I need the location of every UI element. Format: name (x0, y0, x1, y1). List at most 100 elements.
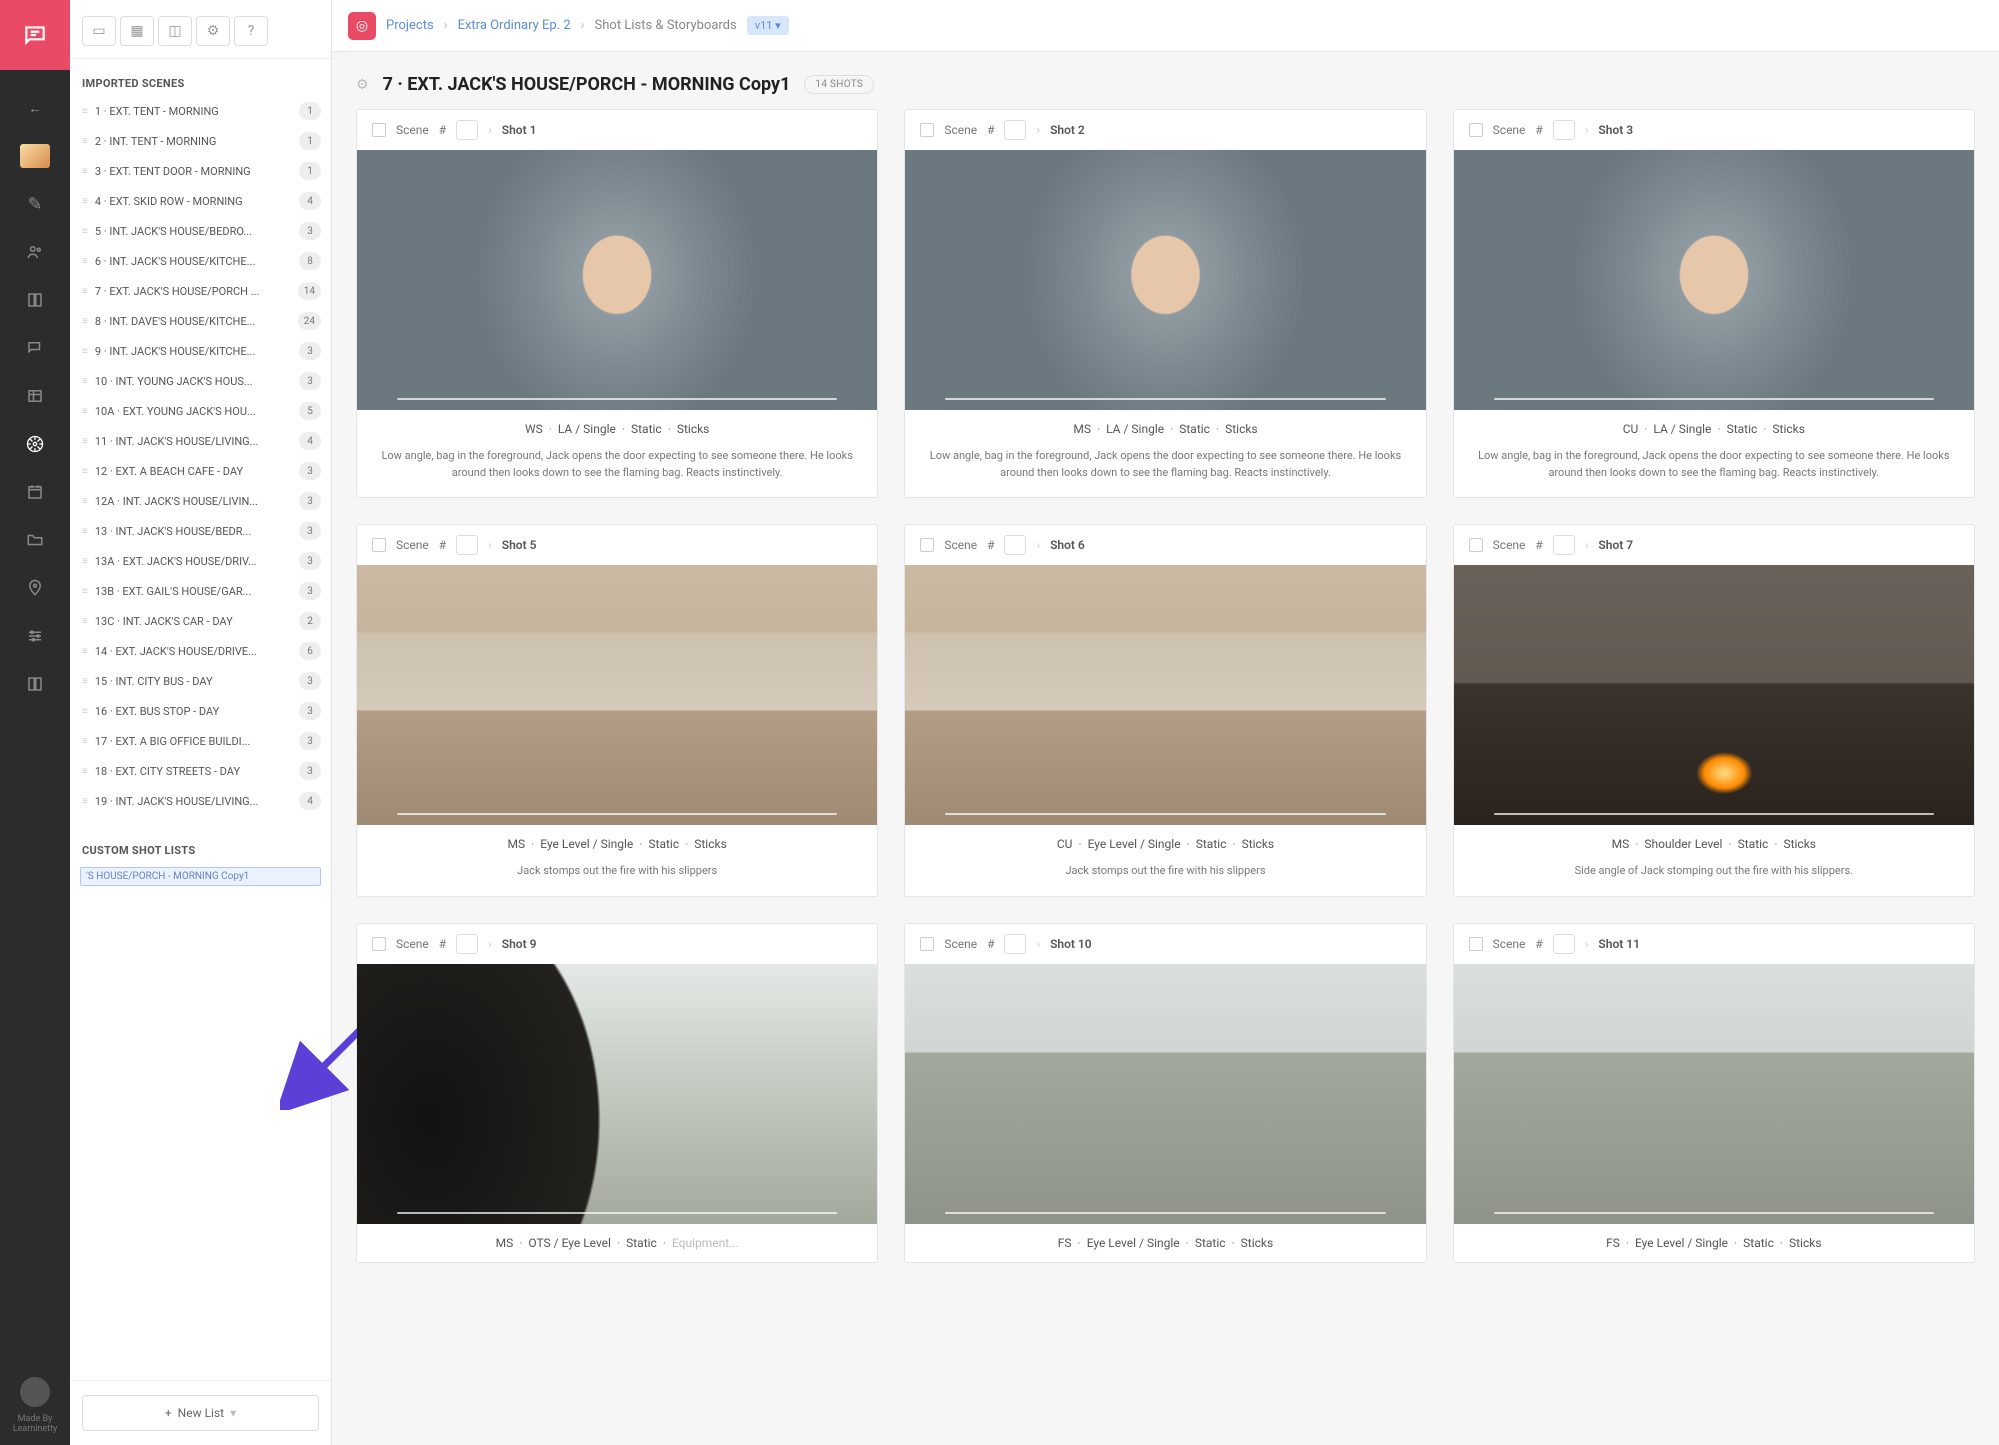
select-checkbox[interactable] (372, 937, 386, 951)
shot-card[interactable]: Scene#›Shot 5MS·Eye Level / Single·Stati… (356, 524, 878, 897)
scene-label: Scene (396, 937, 429, 951)
new-list-button[interactable]: +New List▾ (82, 1395, 319, 1431)
scene-row[interactable]: ≡15 · INT. CITY BUS - DAY3 (70, 666, 331, 696)
scene-number-input[interactable] (1553, 934, 1575, 954)
shot-caption: Low angle, bag in the foreground, Jack o… (1454, 448, 1974, 497)
rail-sliders[interactable] (0, 612, 70, 660)
shot-thumbnail[interactable] (1454, 964, 1974, 1224)
select-checkbox[interactable] (920, 538, 934, 552)
shot-thumbnail[interactable] (905, 565, 1425, 825)
rail-book[interactable] (0, 660, 70, 708)
rail-table[interactable] (0, 372, 70, 420)
card-header: Scene#›Shot 2 (905, 110, 1425, 150)
scene-number-input[interactable] (456, 535, 478, 555)
rail-edit[interactable]: ✎ (0, 180, 70, 228)
scene-number-input[interactable] (456, 934, 478, 954)
settings-icon[interactable]: ⚙ (196, 16, 230, 46)
scene-number-input[interactable] (1004, 934, 1026, 954)
scene-row[interactable]: ≡10A · EXT. YOUNG JACK'S HOU...5 (70, 396, 331, 426)
scene-row[interactable]: ≡6 · INT. JACK'S HOUSE/KITCHE...8 (70, 246, 331, 276)
select-checkbox[interactable] (920, 123, 934, 137)
scene-row[interactable]: ≡3 · EXT. TENT DOOR - MORNING1 (70, 156, 331, 186)
scene-label: Scene (396, 123, 429, 137)
scene-count-badge: 1 (299, 102, 321, 120)
scene-row[interactable]: ≡17 · EXT. A BIG OFFICE BUILDI...3 (70, 726, 331, 756)
select-checkbox[interactable] (1469, 937, 1483, 951)
view-split-icon[interactable]: ◫ (158, 16, 192, 46)
crumb-projects[interactable]: Projects (386, 18, 434, 33)
scene-row[interactable]: ≡14 · EXT. JACK'S HOUSE/DRIVE...6 (70, 636, 331, 666)
scene-row[interactable]: ≡5 · INT. JACK'S HOUSE/BEDRO...3 (70, 216, 331, 246)
scene-row[interactable]: ≡12 · EXT. A BEACH CAFE - DAY3 (70, 456, 331, 486)
scene-row[interactable]: ≡8 · INT. DAVE'S HOUSE/KITCHE...24 (70, 306, 331, 336)
scene-number-input[interactable] (1553, 120, 1575, 140)
shot-thumbnail[interactable] (357, 150, 877, 410)
shot-card[interactable]: Scene#›Shot 1WS·LA / Single·Static·Stick… (356, 109, 878, 498)
scene-number-input[interactable] (1004, 120, 1026, 140)
shot-thumbnail[interactable] (357, 964, 877, 1224)
shot-name: Shot 11 (1598, 937, 1640, 951)
scene-row[interactable]: ≡13 · INT. JACK'S HOUSE/BEDR...3 (70, 516, 331, 546)
shot-card[interactable]: Scene#›Shot 6CU·Eye Level / Single·Stati… (904, 524, 1426, 897)
view-single-icon[interactable]: ▭ (82, 16, 116, 46)
brand-icon[interactable]: ◎ (348, 12, 376, 40)
scene-row[interactable]: ≡13C · INT. JACK'S CAR - DAY2 (70, 606, 331, 636)
crumb-project[interactable]: Extra Ordinary Ep. 2 (458, 18, 571, 33)
shot-thumbnail[interactable] (905, 150, 1425, 410)
rail-calendar[interactable] (0, 468, 70, 516)
scene-row[interactable]: ≡7 · EXT. JACK'S HOUSE/PORCH ...14 (70, 276, 331, 306)
drag-handle-icon: ≡ (82, 736, 88, 747)
scene-row[interactable]: ≡13B · EXT. GAIL'S HOUSE/GAR...3 (70, 576, 331, 606)
app-logo[interactable] (0, 0, 70, 70)
select-checkbox[interactable] (1469, 123, 1483, 137)
shot-thumbnail[interactable] (1454, 565, 1974, 825)
shot-card[interactable]: Scene#›Shot 11FS·Eye Level / Single·Stat… (1453, 923, 1975, 1263)
scene-number-input[interactable] (1553, 535, 1575, 555)
scene-count-badge: 4 (299, 432, 321, 450)
shot-name: Shot 5 (502, 538, 537, 552)
shot-card[interactable]: Scene#›Shot 2MS·LA / Single·Static·Stick… (904, 109, 1426, 498)
scene-label: 7 · EXT. JACK'S HOUSE/PORCH ... (95, 285, 260, 298)
shot-card[interactable]: Scene#›Shot 7MS·Shoulder Level·Static·St… (1453, 524, 1975, 897)
version-selector[interactable]: v11 ▾ (747, 16, 789, 35)
scene-number-input[interactable] (1004, 535, 1026, 555)
drag-handle-icon: ≡ (82, 346, 88, 357)
scene-row[interactable]: ≡13A · EXT. JACK'S HOUSE/DRIV...3 (70, 546, 331, 576)
custom-list-input[interactable]: 'S HOUSE/PORCH - MORNING Copy1 (80, 867, 321, 886)
scene-row[interactable]: ≡4 · EXT. SKID ROW - MORNING4 (70, 186, 331, 216)
scene-label: Scene (396, 538, 429, 552)
shot-thumbnail[interactable] (1454, 150, 1974, 410)
rail-location[interactable] (0, 564, 70, 612)
imported-scenes-heading: IMPORTED SCENES (70, 67, 331, 96)
select-checkbox[interactable] (1469, 538, 1483, 552)
scene-row[interactable]: ≡11 · INT. JACK'S HOUSE/LIVING...4 (70, 426, 331, 456)
shot-card[interactable]: Scene#›Shot 9MS·OTS / Eye Level·Static·E… (356, 923, 878, 1263)
rail-chat[interactable] (0, 324, 70, 372)
rail-thumbnail[interactable] (0, 132, 70, 180)
rail-boards[interactable] (0, 276, 70, 324)
shot-thumbnail[interactable] (357, 565, 877, 825)
scene-row[interactable]: ≡10 · INT. YOUNG JACK'S HOUS...3 (70, 366, 331, 396)
rail-shotlist[interactable] (0, 420, 70, 468)
scene-row[interactable]: ≡1 · EXT. TENT - MORNING1 (70, 96, 331, 126)
scene-number-input[interactable] (456, 120, 478, 140)
view-grid-icon[interactable]: ▦ (120, 16, 154, 46)
scene-row[interactable]: ≡9 · INT. JACK'S HOUSE/KITCHE...3 (70, 336, 331, 366)
select-checkbox[interactable] (372, 123, 386, 137)
select-checkbox[interactable] (920, 937, 934, 951)
scene-row[interactable]: ≡16 · EXT. BUS STOP - DAY3 (70, 696, 331, 726)
rail-folder[interactable] (0, 516, 70, 564)
scene-row[interactable]: ≡18 · EXT. CITY STREETS - DAY3 (70, 756, 331, 786)
scene-row[interactable]: ≡19 · INT. JACK'S HOUSE/LIVING...4 (70, 786, 331, 816)
help-icon[interactable]: ? (234, 16, 268, 46)
user-avatar[interactable] (20, 1377, 50, 1407)
select-checkbox[interactable] (372, 538, 386, 552)
shot-card[interactable]: Scene#›Shot 3CU·LA / Single·Static·Stick… (1453, 109, 1975, 498)
rail-back[interactable]: ← (0, 84, 70, 132)
scene-row[interactable]: ≡2 · INT. TENT - MORNING1 (70, 126, 331, 156)
page-settings-icon[interactable]: ⚙ (356, 77, 369, 93)
shot-card[interactable]: Scene#›Shot 10FS·Eye Level / Single·Stat… (904, 923, 1426, 1263)
shot-thumbnail[interactable] (905, 964, 1425, 1224)
scene-row[interactable]: ≡12A · INT. JACK'S HOUSE/LIVIN...3 (70, 486, 331, 516)
rail-people[interactable] (0, 228, 70, 276)
